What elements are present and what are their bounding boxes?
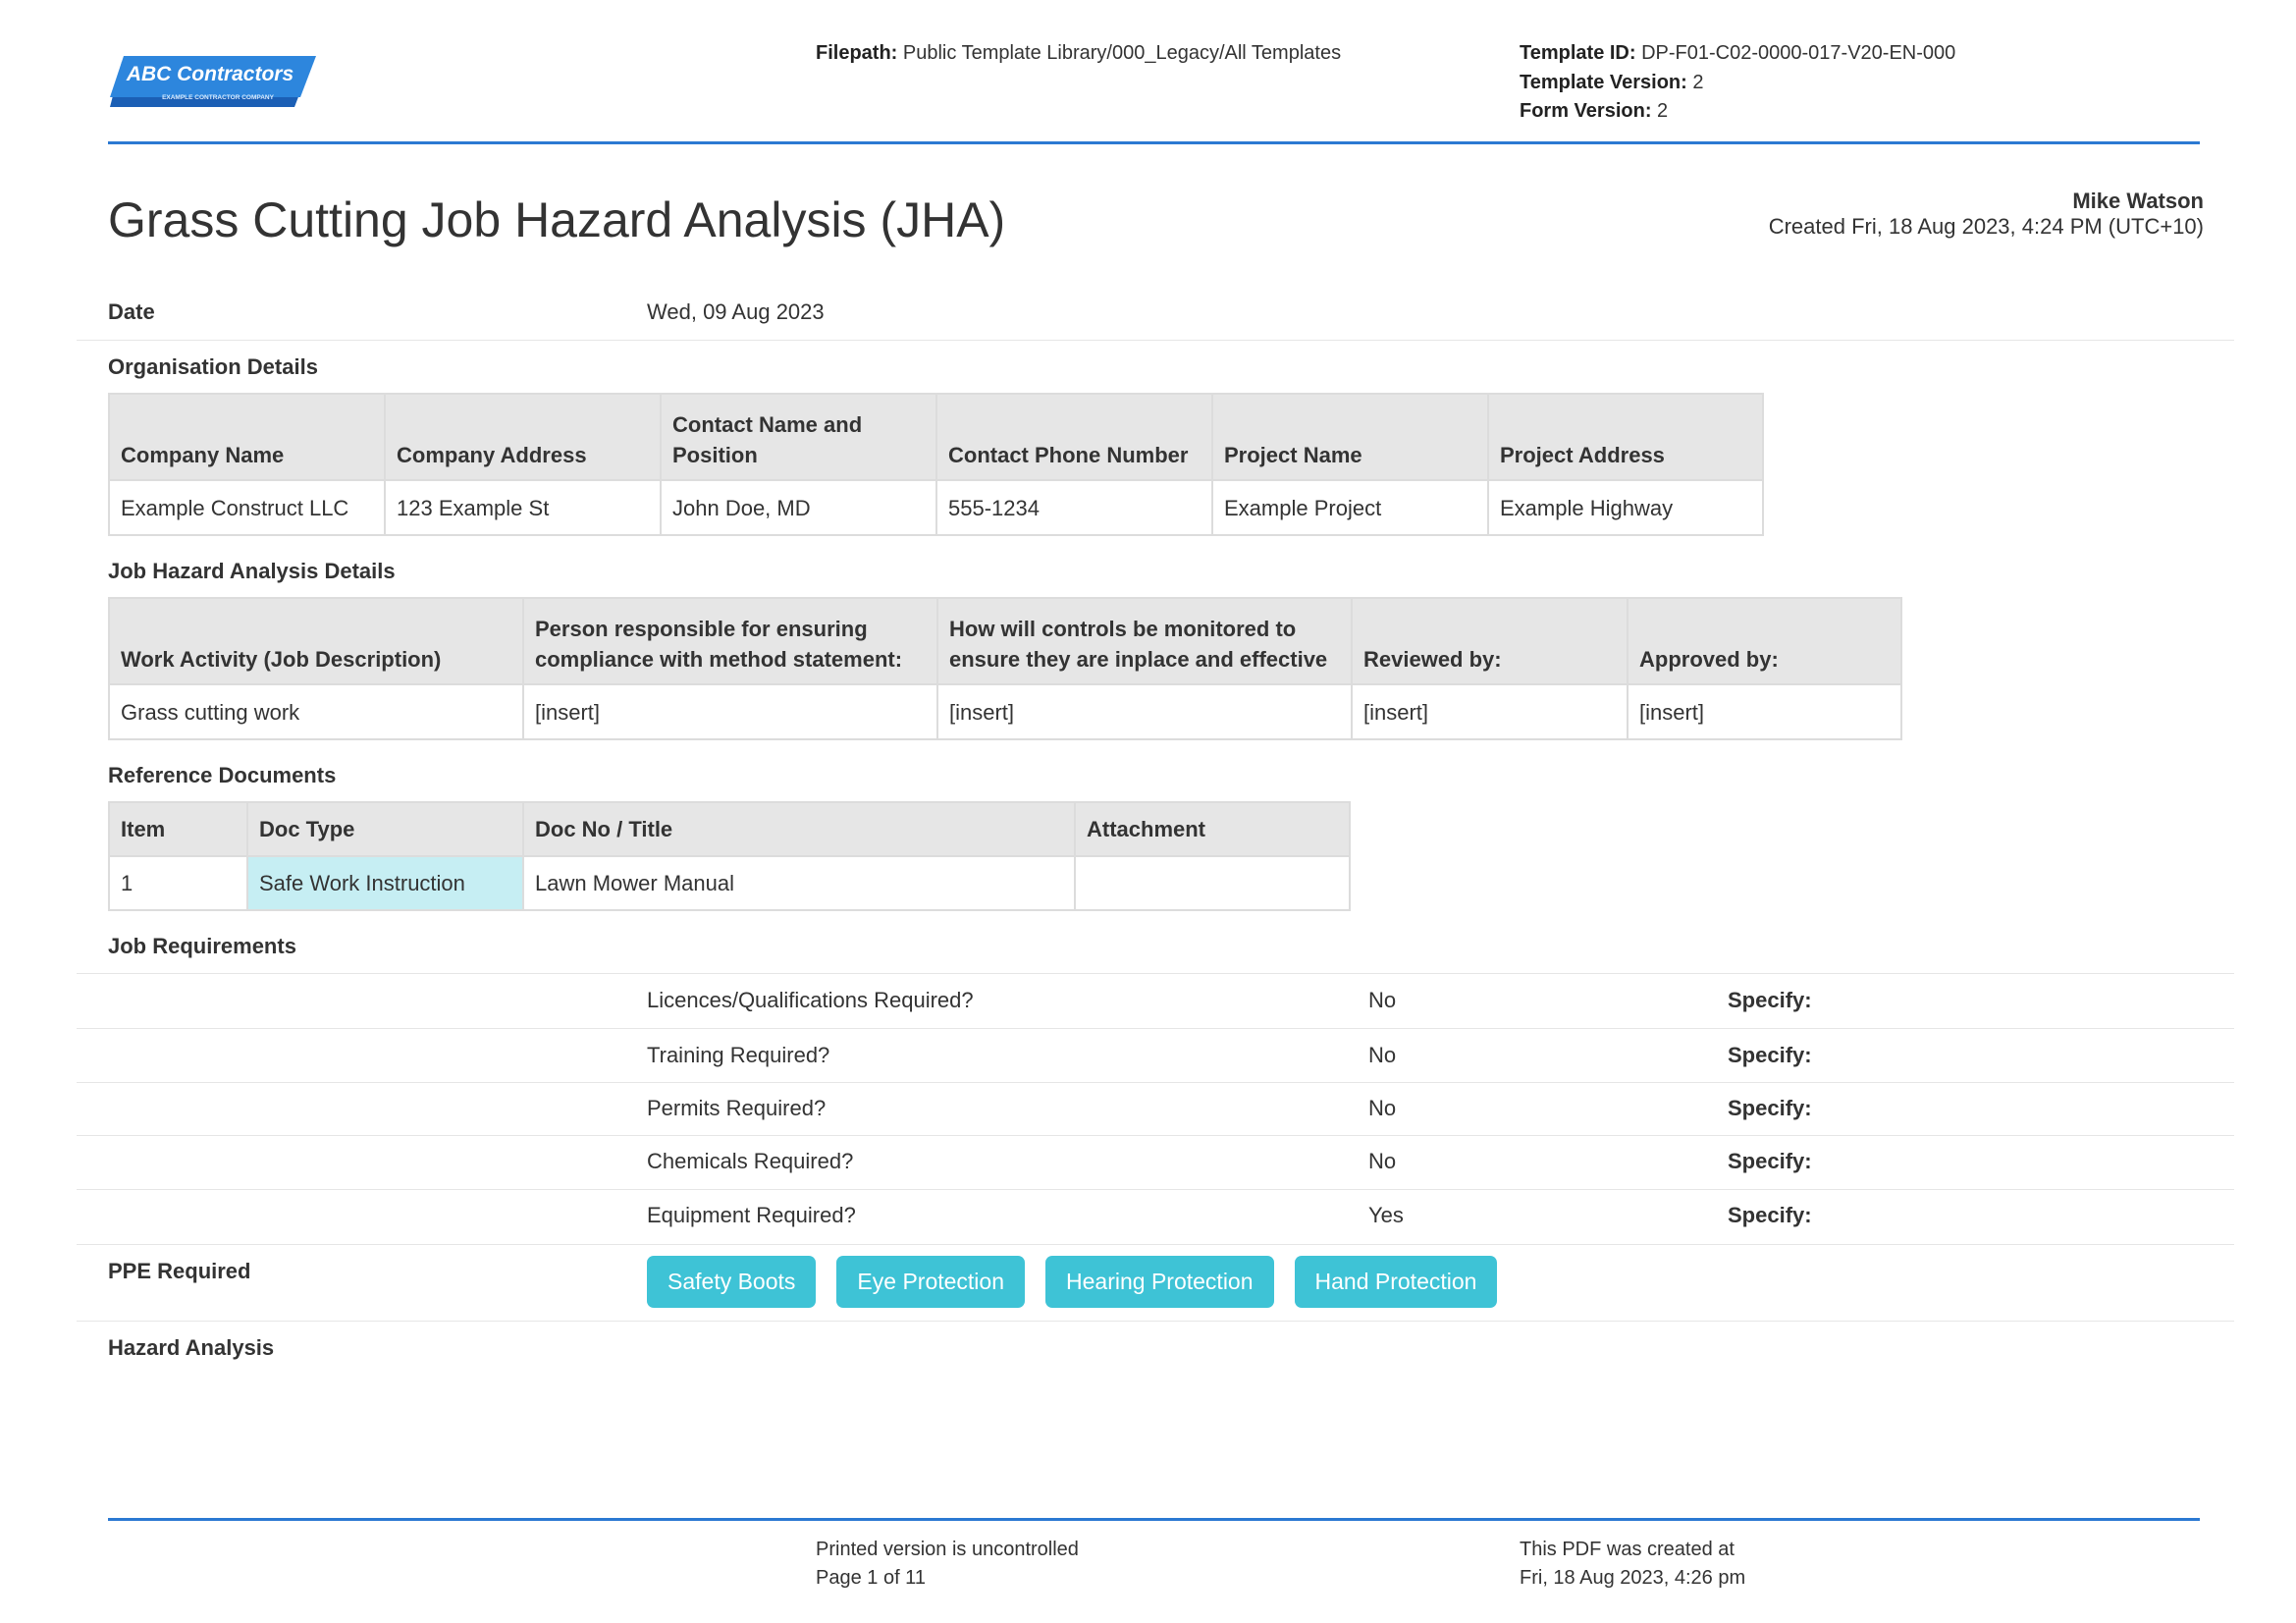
filepath: Filepath: Public Template Library/000_Le… <box>816 39 1341 68</box>
ppe-chip-eye-protection: Eye Protection <box>836 1256 1026 1308</box>
requirement-answer: No <box>1368 988 1397 1012</box>
table-cell: [insert] <box>936 683 1353 740</box>
column-header: Company Name <box>108 393 386 481</box>
column-header: Approved by: <box>1627 597 1902 685</box>
ppe-chip-safety-boots: Safety Boots <box>647 1256 817 1308</box>
doc-type-cell: Safe Work Instruction <box>246 855 524 911</box>
divider <box>77 1244 2234 1245</box>
requirement-question: Permits Required? <box>647 1096 827 1120</box>
table-header-row: Item Doc Type Doc No / Title Attachment <box>108 801 1351 857</box>
column-header: Doc No / Title <box>522 801 1076 857</box>
table-header-row: Work Activity (Job Description) Person r… <box>108 597 1902 685</box>
template-version-value: 2 <box>1692 72 1704 93</box>
column-header: Doc Type <box>246 801 524 857</box>
divider <box>77 1135 2234 1136</box>
specify-label: Specify: <box>1728 1203 1812 1227</box>
specify-label: Specify: <box>1728 1043 1812 1067</box>
column-header: Person responsible for ensuring complian… <box>522 597 938 685</box>
template-id: Template ID: DP-F01-C02-0000-017-V20-EN-… <box>1520 39 1955 68</box>
divider <box>77 973 2234 974</box>
table-cell: 1 <box>108 855 248 911</box>
reference-docs-heading: Reference Documents <box>108 763 337 787</box>
column-header: Item <box>108 801 248 857</box>
footer-uncontrolled-note: Printed version is uncontrolled <box>816 1539 1079 1560</box>
table-cell: Example Construct LLC <box>108 479 386 536</box>
requirement-answer: Yes <box>1368 1203 1404 1227</box>
requirement-answer: No <box>1368 1149 1397 1173</box>
date-value: Wed, 09 Aug 2023 <box>647 299 825 324</box>
requirement-answer: No <box>1368 1043 1397 1067</box>
ppe-label: PPE Required <box>108 1259 251 1283</box>
column-header: Work Activity (Job Description) <box>108 597 524 685</box>
table-cell: 123 Example St <box>384 479 662 536</box>
specify-label: Specify: <box>1728 1149 1812 1173</box>
date-label: Date <box>108 299 155 324</box>
column-header: How will controls be monitored to ensure… <box>936 597 1353 685</box>
pdf-created-label: This PDF was created at <box>1520 1539 1735 1560</box>
logo-name: ABC Contractors <box>126 63 294 85</box>
header-rule <box>108 141 2200 144</box>
jha-details-table: Work Activity (Job Description) Person r… <box>108 597 1902 740</box>
filepath-label: Filepath: <box>816 42 898 64</box>
ppe-chip-hand-protection: Hand Protection <box>1294 1256 1498 1308</box>
ppe-chip-hearing-protection: Hearing Protection <box>1045 1256 1274 1308</box>
divider <box>77 1082 2234 1083</box>
pdf-created-timestamp: Fri, 18 Aug 2023, 4:26 pm <box>1520 1567 1746 1589</box>
column-header: Contact Name and Position <box>660 393 937 481</box>
table-cell: Lawn Mower Manual <box>522 855 1076 911</box>
specify-label: Specify: <box>1728 1096 1812 1120</box>
company-logo: ABC Contractors EXAMPLE CONTRACTOR COMPA… <box>110 56 316 107</box>
table-row: Example Construct LLC 123 Example St Joh… <box>108 479 1764 536</box>
table-cell: Grass cutting work <box>108 683 524 740</box>
column-header: Reviewed by: <box>1351 597 1629 685</box>
attachment-cell[interactable] <box>1074 855 1351 911</box>
job-requirements-heading: Job Requirements <box>108 934 296 958</box>
template-id-label: Template ID: <box>1520 42 1636 64</box>
page-title: Grass Cutting Job Hazard Analysis (JHA) <box>108 192 1006 247</box>
logo-tagline: EXAMPLE CONTRACTOR COMPANY <box>162 94 275 101</box>
divider <box>77 1189 2234 1190</box>
column-header: Company Address <box>384 393 662 481</box>
author-name: Mike Watson <box>2072 189 2204 213</box>
requirement-question: Training Required? <box>647 1043 830 1067</box>
divider <box>77 340 2234 341</box>
template-id-value: DP-F01-C02-0000-017-V20-EN-000 <box>1641 42 1956 64</box>
table-cell: [insert] <box>522 683 938 740</box>
divider <box>77 1028 2234 1029</box>
table-cell: [insert] <box>1351 683 1629 740</box>
table-header-row: Company Name Company Address Contact Nam… <box>108 393 1764 481</box>
column-header: Project Address <box>1487 393 1764 481</box>
requirement-question: Equipment Required? <box>647 1203 856 1227</box>
reference-docs-table: Item Doc Type Doc No / Title Attachment … <box>108 801 1351 911</box>
table-row: Grass cutting work [insert] [insert] [in… <box>108 683 1902 740</box>
form-version-value: 2 <box>1657 100 1669 122</box>
table-row: 1 Safe Work Instruction Lawn Mower Manua… <box>108 855 1351 911</box>
table-cell: Example Highway <box>1487 479 1764 536</box>
requirement-question: Chemicals Required? <box>647 1149 854 1173</box>
ppe-chip-list: Safety Boots Eye Protection Hearing Prot… <box>647 1256 1498 1308</box>
template-version-label: Template Version: <box>1520 72 1687 93</box>
form-version: Form Version: 2 <box>1520 97 1668 126</box>
organisation-heading: Organisation Details <box>108 354 318 379</box>
table-cell: Example Project <box>1211 479 1489 536</box>
template-version: Template Version: 2 <box>1520 69 1703 97</box>
column-header: Project Name <box>1211 393 1489 481</box>
filepath-value: Public Template Library/000_Legacy/All T… <box>902 42 1342 64</box>
column-header: Contact Phone Number <box>935 393 1213 481</box>
jha-details-heading: Job Hazard Analysis Details <box>108 559 396 583</box>
column-header: Attachment <box>1074 801 1351 857</box>
footer-rule <box>108 1518 2200 1521</box>
requirement-question: Licences/Qualifications Required? <box>647 988 974 1012</box>
page-number: Page 1 of 11 <box>816 1567 926 1589</box>
specify-label: Specify: <box>1728 988 1812 1012</box>
created-timestamp: Created Fri, 18 Aug 2023, 4:24 PM (UTC+1… <box>1768 214 2204 239</box>
table-cell: [insert] <box>1627 683 1902 740</box>
table-cell: 555-1234 <box>935 479 1213 536</box>
form-version-label: Form Version: <box>1520 100 1652 122</box>
organisation-table: Company Name Company Address Contact Nam… <box>108 393 1764 536</box>
hazard-analysis-heading: Hazard Analysis <box>108 1335 275 1360</box>
table-cell: John Doe, MD <box>660 479 937 536</box>
requirement-answer: No <box>1368 1096 1397 1120</box>
divider <box>77 1321 2234 1322</box>
